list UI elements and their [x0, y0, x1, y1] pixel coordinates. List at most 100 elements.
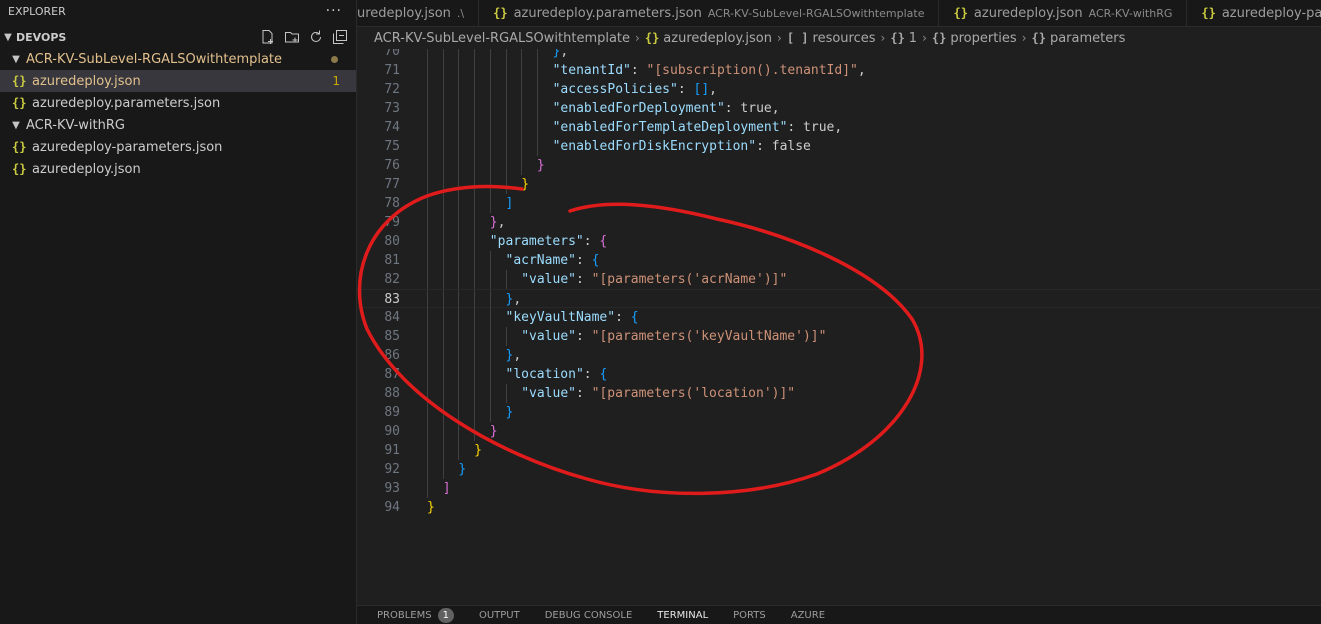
- breadcrumb-parameters[interactable]: {} parameters: [1032, 31, 1126, 46]
- code-text: }: [427, 500, 435, 515]
- explorer-header: EXPLORER ···: [0, 0, 356, 22]
- indent-guide: [489, 327, 491, 346]
- code-line[interactable]: 92}: [357, 460, 1321, 479]
- line-number: 91: [384, 443, 400, 458]
- code-line[interactable]: 87 "location": {: [357, 365, 1321, 384]
- code-line[interactable]: 84 "keyVaultName": {: [357, 308, 1321, 327]
- code-line[interactable]: 74 "enabledForTemplateDeployment": true,: [357, 118, 1321, 137]
- code-text: "value": "[parameters('location')]": [521, 386, 796, 401]
- indent-guide: [442, 251, 444, 270]
- code-line[interactable]: 77}: [357, 175, 1321, 194]
- indent-guide: [458, 194, 460, 213]
- code-line[interactable]: 86},: [357, 346, 1321, 365]
- code-line[interactable]: 88 "value": "[parameters('location')]": [357, 384, 1321, 403]
- indent-guide: [505, 118, 507, 137]
- tab-azuredeploy-json-active[interactable]: uredeploy.json .\: [357, 0, 480, 26]
- indent-guide: [474, 232, 476, 251]
- file-azuredeploy-json-withrg[interactable]: {} azuredeploy.json: [0, 158, 356, 180]
- indent-guide: [474, 175, 476, 194]
- indent-guide: [474, 422, 476, 441]
- tab-azuredeploy-json-withrg[interactable]: {} azuredeploy.json ACR-KV-withRG: [939, 0, 1188, 26]
- indent-guide: [442, 61, 444, 80]
- breadcrumb-item[interactable]: {} 1: [890, 31, 917, 46]
- more-actions-icon[interactable]: ···: [326, 3, 342, 19]
- file-azuredeploy-parameters-json[interactable]: {} azuredeploy.parameters.json: [0, 92, 356, 114]
- indent-guide: [442, 365, 444, 384]
- refresh-icon[interactable]: [308, 29, 324, 45]
- tab-label: azuredeploy.parameters.json: [513, 5, 702, 21]
- code-line[interactable]: 76}: [357, 156, 1321, 175]
- code-text: "value": "[parameters('acrName')]": [521, 272, 788, 287]
- indent-guide: [427, 232, 428, 251]
- indent-guide: [536, 118, 538, 137]
- chevron-right-icon: ›: [1021, 31, 1027, 45]
- code-line[interactable]: 89}: [357, 403, 1321, 422]
- code-line[interactable]: 73 "enabledForDeployment": true,: [357, 99, 1321, 118]
- indent-guide: [489, 80, 491, 99]
- code-line[interactable]: 72 "accessPolicies": [],: [357, 80, 1321, 99]
- code-line[interactable]: 85 "value": "[parameters('keyVaultName')]…: [357, 327, 1321, 346]
- indent-guide: [474, 384, 476, 403]
- tab-azure[interactable]: AZURE: [791, 610, 825, 621]
- folder-label: ACR-KV-SubLevel-RGALSOwithtemplate: [26, 51, 283, 67]
- file-azuredeploy-parameters-withrg[interactable]: {} azuredeploy-parameters.json: [0, 136, 356, 158]
- indent-guide: [442, 232, 444, 251]
- code-line[interactable]: 94}: [357, 498, 1321, 517]
- code-line[interactable]: 83},: [357, 289, 1321, 309]
- line-number: 83: [384, 292, 400, 307]
- json-file-icon: {}: [493, 6, 508, 20]
- tab-debug-console[interactable]: DEBUG CONSOLE: [545, 610, 633, 621]
- folder-acr-kv-withrg[interactable]: ▼ ACR-KV-withRG: [0, 114, 356, 136]
- array-icon: [ ]: [786, 30, 809, 45]
- code-line[interactable]: 71 "tenantId": "[subscription().tenantId]…: [357, 61, 1321, 80]
- chevron-down-icon: ▼: [12, 119, 20, 131]
- indent-guide: [458, 441, 460, 460]
- line-number: 86: [384, 348, 400, 363]
- tab-terminal[interactable]: TERMINAL: [657, 610, 708, 621]
- breadcrumb-resources[interactable]: [ ] resources: [787, 31, 876, 46]
- breadcrumb-folder[interactable]: ACR-KV-SubLevel-RGALSOwithtemplate: [374, 31, 630, 46]
- panel-tab-bar: PROBLEMS 1 OUTPUT DEBUG CONSOLE TERMINAL …: [357, 605, 1321, 624]
- tab-azuredeploy-parameters-json[interactable]: {} azuredeploy.parameters.json ACR-KV-Su…: [479, 0, 940, 26]
- tab-ports[interactable]: PORTS: [733, 610, 766, 621]
- folder-acr-kv-sublevel[interactable]: ▼ ACR-KV-SubLevel-RGALSOwithtemplate: [0, 48, 356, 70]
- collapse-all-icon[interactable]: [332, 29, 348, 45]
- tab-problems[interactable]: PROBLEMS 1: [377, 607, 454, 623]
- json-file-icon: {}: [12, 162, 27, 176]
- indent-guide: [427, 460, 428, 479]
- indent-guide: [474, 308, 476, 327]
- indent-guide: [489, 49, 491, 61]
- code-line[interactable]: 80 "parameters": {: [357, 232, 1321, 251]
- workspace-section-header[interactable]: ▼ DEVOPS: [0, 26, 356, 48]
- code-line[interactable]: 70},: [357, 49, 1321, 61]
- tab-azuredeploy-parameters-withrg[interactable]: {} azuredeploy-paramete: [1187, 0, 1321, 26]
- file-azuredeploy-json-active[interactable]: {} azuredeploy.json 1: [0, 70, 356, 92]
- indent-guide: [489, 251, 491, 270]
- indent-guide: [505, 137, 507, 156]
- code-line[interactable]: 75 "enabledForDiskEncryption": false: [357, 137, 1321, 156]
- code-text: },: [552, 49, 569, 59]
- tab-label: azuredeploy.json: [973, 5, 1083, 21]
- code-line[interactable]: 78]: [357, 194, 1321, 213]
- indent-guide: [489, 384, 491, 403]
- indent-guide: [505, 175, 507, 194]
- indent-guide: [505, 156, 507, 175]
- indent-guide: [458, 61, 460, 80]
- indent-guide: [521, 156, 523, 175]
- json-file-icon: {}: [12, 140, 27, 154]
- breadcrumb-file[interactable]: {} azuredeploy.json: [645, 31, 772, 46]
- new-folder-icon[interactable]: [284, 29, 300, 45]
- breadcrumb-properties[interactable]: {} properties: [932, 31, 1017, 46]
- indent-guide: [474, 61, 476, 80]
- code-line[interactable]: 79},: [357, 213, 1321, 232]
- tab-output[interactable]: OUTPUT: [479, 610, 520, 621]
- code-line[interactable]: 82 "value": "[parameters('acrName')]": [357, 270, 1321, 289]
- indent-guide: [442, 194, 444, 213]
- code-line[interactable]: 81 "acrName": {: [357, 251, 1321, 270]
- code-line[interactable]: 91}: [357, 441, 1321, 460]
- new-file-icon[interactable]: [260, 29, 276, 45]
- code-line[interactable]: 90}: [357, 422, 1321, 441]
- code-line[interactable]: 93]: [357, 479, 1321, 498]
- code-editor[interactable]: 70}, 71 "tenantId": "[subscription().tenan…: [357, 49, 1321, 605]
- tab-problems-label: PROBLEMS: [377, 609, 432, 621]
